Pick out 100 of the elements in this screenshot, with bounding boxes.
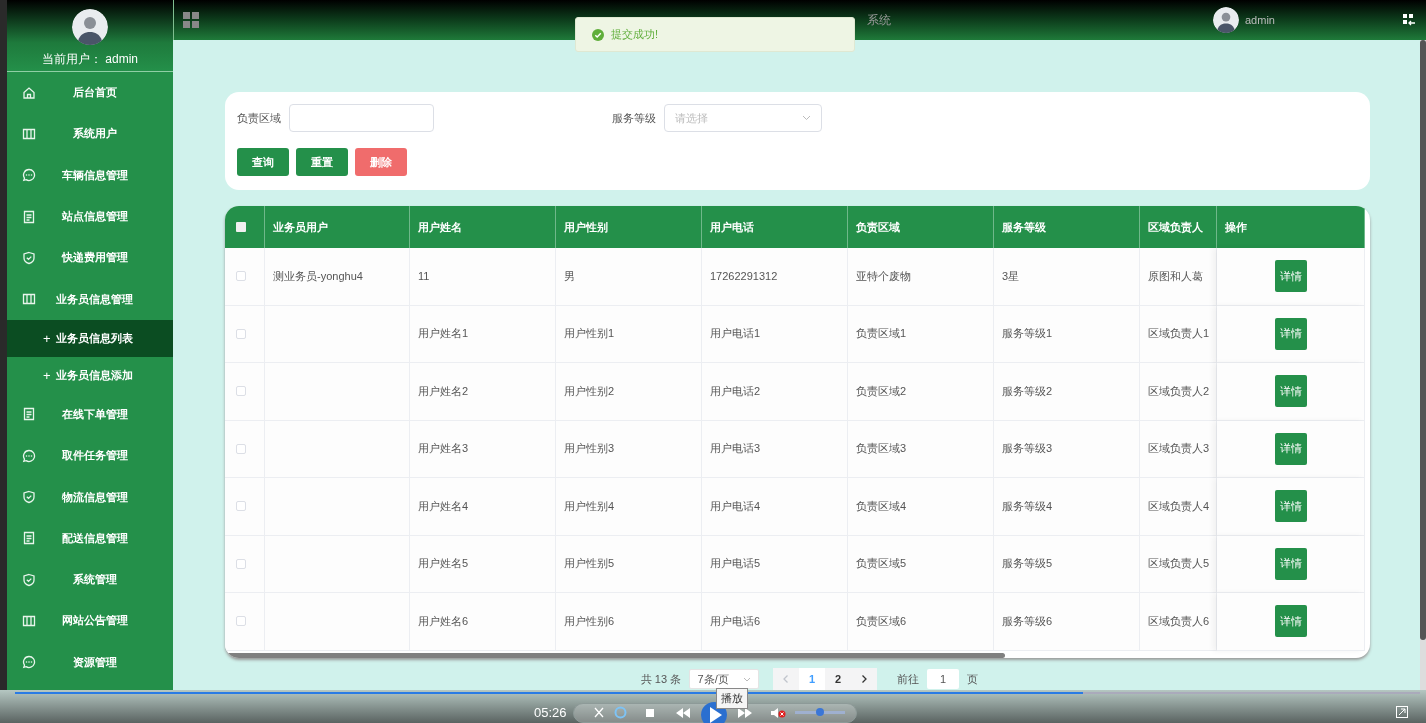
details-button[interactable]: 详情: [1274, 605, 1307, 638]
chat-icon: [22, 448, 36, 463]
table-cell: 11: [410, 248, 556, 306]
action-button[interactable]: 查询: [237, 148, 289, 176]
row-checkbox[interactable]: [236, 386, 246, 397]
sidebar-item[interactable]: 车辆信息管理: [7, 154, 173, 196]
sidebar-item[interactable]: 后台首页: [7, 72, 173, 114]
row-checkbox[interactable]: [236, 616, 246, 627]
table-cell: 用户电话1: [702, 305, 848, 363]
stop-icon[interactable]: [645, 708, 655, 718]
columns-icon: [22, 126, 36, 141]
page-number[interactable]: 1: [799, 668, 826, 690]
details-button[interactable]: 详情: [1274, 260, 1307, 293]
columns-icon: [22, 292, 36, 307]
table-cell: 用户性别1: [556, 305, 702, 363]
input-field[interactable]: [289, 104, 434, 132]
sidebar-item[interactable]: 系统管理: [7, 558, 173, 601]
table-cell: 用户性别2: [556, 363, 702, 421]
muted-speaker-icon[interactable]: [770, 707, 786, 719]
sidebar-item[interactable]: 业务员信息管理: [7, 278, 173, 320]
document-icon: [22, 531, 36, 546]
avatar: [72, 9, 108, 45]
scissors-icon[interactable]: [593, 707, 605, 719]
row-checkbox[interactable]: [236, 443, 246, 454]
table-cell: 负责区域3: [848, 420, 994, 478]
sidebar-item[interactable]: 取件任务管理: [7, 435, 173, 477]
document-icon: [22, 407, 36, 422]
document-icon: [22, 209, 36, 224]
table-cell: 服务等级4: [994, 478, 1140, 536]
sidebar-item[interactable]: 物流信息管理: [7, 476, 173, 518]
table-cell: 区域负责人1: [1140, 305, 1217, 363]
table-cell: 服务等级6: [994, 593, 1140, 651]
chat-icon: [22, 168, 36, 183]
details-button[interactable]: 详情: [1274, 432, 1307, 465]
sidebar-item[interactable]: 在线下单管理: [7, 393, 173, 436]
goto-label: 前往: [897, 671, 920, 687]
table-cell: 亚特个废物: [848, 248, 994, 306]
columns-icon: [22, 613, 36, 628]
page-size-select[interactable]: 7条/页: [689, 669, 760, 689]
collapse-icon[interactable]: [1402, 13, 1416, 27]
table-cell: 服务等级3: [994, 420, 1140, 478]
table-cell: 用户电话2: [702, 363, 848, 421]
table-cell: 用户性别3: [556, 420, 702, 478]
table-cell: 测业务员-yonghu4: [265, 248, 410, 306]
sidebar-item[interactable]: 配送信息管理: [7, 517, 173, 559]
filter-label: 服务等级: [612, 110, 656, 126]
check-icon: [592, 28, 604, 41]
row-checkbox[interactable]: [236, 328, 246, 339]
table-cell: 区域负责人5: [1140, 535, 1217, 593]
row-checkbox[interactable]: [236, 558, 246, 569]
sidebar-item[interactable]: 快递费用管理: [7, 237, 173, 279]
select-all-checkbox[interactable]: [236, 222, 246, 232]
goto-suffix: 页: [967, 671, 979, 687]
table-cell: 用户姓名1: [410, 305, 556, 363]
details-button[interactable]: 详情: [1274, 375, 1307, 408]
sidebar-item[interactable]: 系统用户: [7, 113, 173, 155]
column-header: 用户电话: [710, 219, 754, 235]
rewind-icon[interactable]: [675, 708, 691, 718]
details-button[interactable]: 详情: [1274, 547, 1307, 580]
table-cell: 区域负责人4: [1140, 478, 1217, 536]
sidebar-item[interactable]: 站点信息管理: [7, 195, 173, 238]
grid-icon[interactable]: [183, 12, 199, 28]
table-cell: 用户电话5: [702, 535, 848, 593]
table-cell: 用户电话3: [702, 420, 848, 478]
fast-forward-icon[interactable]: [737, 708, 753, 718]
goto-page-field[interactable]: 1: [927, 669, 960, 689]
column-header: 用户性别: [564, 219, 608, 235]
shield-icon: [22, 490, 36, 504]
sidebar-subitem[interactable]: + 业务员信息添加: [7, 356, 173, 394]
sidebar-item[interactable]: 网站公告管理: [7, 600, 173, 642]
action-button[interactable]: 删除: [355, 148, 407, 176]
row-checkbox[interactable]: [236, 501, 246, 512]
sidebar-subitem[interactable]: + 业务员信息列表: [7, 319, 173, 357]
table-cell: 负责区域1: [848, 305, 994, 363]
table-cell: 原图和人葛: [1140, 248, 1217, 306]
fullscreen-icon[interactable]: [1396, 706, 1408, 718]
table-cell: 用户电话6: [702, 593, 848, 651]
column-header: 操作: [1225, 219, 1247, 235]
table-cell: 服务等级5: [994, 535, 1140, 593]
row-checkbox[interactable]: [236, 271, 246, 282]
shield-icon: [22, 250, 36, 265]
table-cell: 3星: [994, 248, 1140, 306]
header-username: admin: [1245, 14, 1275, 26]
column-header: 用户姓名: [418, 219, 462, 235]
loop-icon[interactable]: [614, 706, 627, 719]
table-cell: 负责区域5: [848, 535, 994, 593]
volume-slider[interactable]: [795, 711, 845, 714]
table-cell: 区域负责人6: [1140, 593, 1217, 651]
table-cell: 用户性别6: [556, 593, 702, 651]
details-button[interactable]: 详情: [1274, 317, 1307, 350]
playback-time: 05:26: [534, 705, 567, 720]
sidebar-item[interactable]: 资源管理: [7, 641, 173, 683]
details-button[interactable]: 详情: [1274, 490, 1307, 523]
action-button[interactable]: 重置: [296, 148, 348, 176]
chevron-down-icon: [802, 115, 811, 121]
column-header: 负责区域: [856, 219, 900, 235]
table-cell: 用户性别5: [556, 535, 702, 593]
current-user-label: 当前用户： admin: [42, 51, 138, 68]
avatar: [1213, 7, 1239, 33]
table-cell: 区域负责人3: [1140, 420, 1217, 478]
